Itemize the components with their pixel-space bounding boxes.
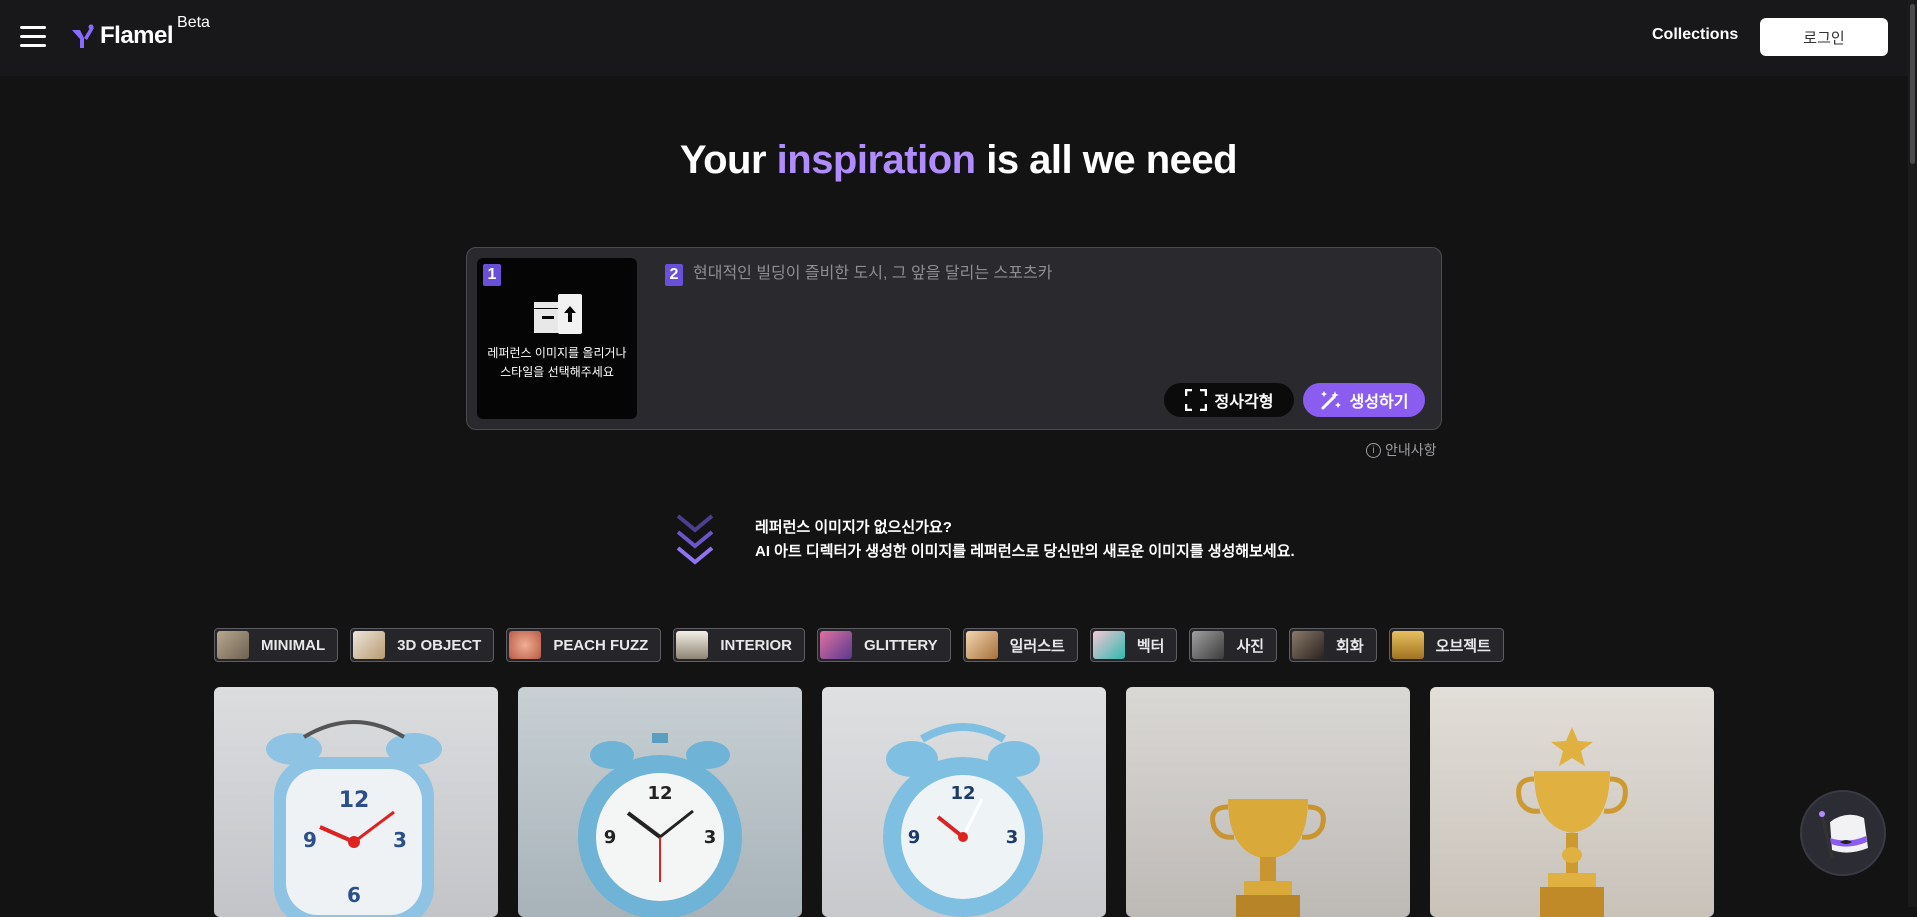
gallery-card-gold-trophy[interactable]	[1126, 687, 1410, 917]
gallery-card-round-alarm-clock[interactable]: 12 9 3	[518, 687, 802, 917]
svg-text:3: 3	[393, 828, 407, 852]
svg-text:9: 9	[908, 827, 921, 848]
top-navigation-bar: Flamel Beta Collections 로그인	[0, 0, 1917, 76]
style-chip-painting[interactable]: 회화	[1289, 628, 1377, 662]
chip-thumbnail	[820, 631, 853, 659]
headline-text-after: is all we need	[975, 138, 1238, 182]
chip-thumbnail	[353, 631, 386, 659]
chip-label: 벡터	[1136, 637, 1165, 655]
style-chip-photo[interactable]: 사진	[1189, 628, 1278, 662]
step-2-badge: 2	[665, 264, 683, 286]
svg-text:3: 3	[704, 827, 717, 848]
chip-thumbnail	[217, 631, 249, 659]
gallery-card-blue-alarm-clock[interactable]: 12 9 3	[822, 687, 1106, 917]
generate-button[interactable]: 생성하기	[1303, 383, 1425, 417]
chip-label: 3D OBJECT	[397, 636, 482, 654]
chip-thumbnail	[1092, 631, 1125, 659]
chip-thumbnail	[1192, 631, 1225, 659]
style-chip-minimal[interactable]: MINIMAL	[214, 628, 339, 662]
style-chip-peach-fuzz[interactable]: PEACH FUZZ	[506, 628, 662, 662]
scrollbar-thumb[interactable]	[1910, 4, 1915, 164]
svg-text:9: 9	[604, 827, 617, 848]
triple-chevron-down-icon	[676, 514, 714, 565]
style-chip-3d-object[interactable]: 3D OBJECT	[350, 628, 495, 662]
style-chip-vector[interactable]: 벡터	[1089, 628, 1178, 662]
svg-text:12: 12	[950, 783, 975, 804]
style-chip-object[interactable]: 오브젝트	[1388, 628, 1504, 662]
collections-link[interactable]: Collections	[1652, 26, 1738, 44]
chip-thumbnail	[1391, 631, 1424, 659]
chip-thumbnail	[965, 631, 998, 659]
beta-label: Beta	[177, 14, 210, 31]
logo-mark-icon	[72, 24, 94, 48]
trophy-image	[1210, 799, 1326, 917]
alarm-clock-image: 12 9 3	[578, 733, 742, 917]
aspect-ratio-button[interactable]: 정사각형	[1164, 383, 1294, 417]
svg-text:6: 6	[347, 883, 361, 907]
chip-label: INTERIOR	[720, 636, 793, 654]
style-chip-interior[interactable]: INTERIOR	[673, 628, 806, 662]
style-chip-glittery[interactable]: GLITTERY	[817, 628, 951, 662]
square-frame-icon	[1184, 389, 1207, 411]
info-icon: i	[1366, 442, 1381, 458]
chip-thumbnail	[676, 631, 709, 659]
gallery-card-square-alarm-clock[interactable]: 12 9 3 6	[214, 687, 498, 917]
magic-wand-icon	[1320, 391, 1341, 410]
generate-label: 생성하기	[1349, 394, 1409, 411]
promo-question: 레퍼런스 이미지가 없으신가요?	[755, 519, 952, 536]
chip-label: 오브젝트	[1435, 637, 1491, 655]
style-chip-list: MINIMAL 3D OBJECT PEACH FUZZ INTERIOR GL…	[214, 628, 1516, 662]
wizard-hat-mascot-icon	[1819, 811, 1868, 859]
prompt-box: 1 레퍼런스 이미지를 올리거나 스타일을 선택해주세요 2 정사각형 생성하기	[466, 247, 1442, 430]
promo-description: AI 아트 디렉터가 생성한 이미지를 레퍼런스로 당신만의 새로운 이미지를 …	[755, 543, 1295, 560]
image-gallery: 12 9 3 6 12 9 3 12 9 3	[214, 687, 1734, 917]
svg-text:12: 12	[339, 788, 370, 813]
chip-label: 일러스트	[1009, 637, 1065, 655]
login-button[interactable]: 로그인	[1760, 18, 1888, 56]
svg-text:12: 12	[647, 783, 672, 804]
chip-label: 회화	[1336, 637, 1364, 655]
reference-upload-panel[interactable]: 1 레퍼런스 이미지를 올리거나 스타일을 선택해주세요	[477, 258, 637, 419]
assistant-chat-button[interactable]	[1800, 790, 1886, 876]
style-chip-illustration[interactable]: 일러스트	[962, 628, 1078, 662]
reference-instructions-line-2: 스타일을 선택해주세요	[500, 365, 614, 379]
reference-instructions-line-1: 레퍼런스 이미지를 올리거나	[487, 346, 627, 360]
gallery-card-star-trophy[interactable]	[1430, 687, 1714, 917]
upload-folder-icon	[534, 294, 582, 334]
trophy-image	[1516, 727, 1628, 917]
page-scrollbar[interactable]	[1908, 0, 1917, 907]
chip-label: PEACH FUZZ	[553, 636, 649, 654]
prompt-input[interactable]	[693, 259, 1433, 289]
chip-label: GLITTERY	[864, 636, 938, 654]
hamburger-menu-icon[interactable]	[20, 26, 46, 48]
reference-instructions: 레퍼런스 이미지를 올리거나 스타일을 선택해주세요	[477, 344, 637, 382]
chip-label: MINIMAL	[261, 636, 326, 654]
aspect-ratio-label: 정사각형	[1214, 394, 1274, 411]
step-1-badge: 1	[483, 264, 501, 286]
alarm-clock-image: 12 9 3	[883, 723, 1043, 917]
headline-accent-text: inspiration	[776, 138, 976, 182]
chip-thumbnail	[1292, 631, 1325, 659]
guide-link[interactable]: i 안내사항	[1366, 440, 1437, 460]
chip-thumbnail	[509, 631, 542, 659]
page-headline: Your inspiration is all we need	[0, 138, 1917, 183]
alarm-clock-image: 12 9 3 6	[266, 720, 442, 917]
svg-text:3: 3	[1006, 827, 1019, 848]
logo[interactable]: Flamel Beta	[70, 14, 210, 50]
guide-label: 안내사항	[1385, 442, 1437, 458]
chip-label: 사진	[1236, 637, 1265, 655]
svg-text:9: 9	[303, 828, 317, 852]
headline-text-before: Your	[679, 138, 777, 182]
logo-text: Flamel	[100, 22, 174, 49]
